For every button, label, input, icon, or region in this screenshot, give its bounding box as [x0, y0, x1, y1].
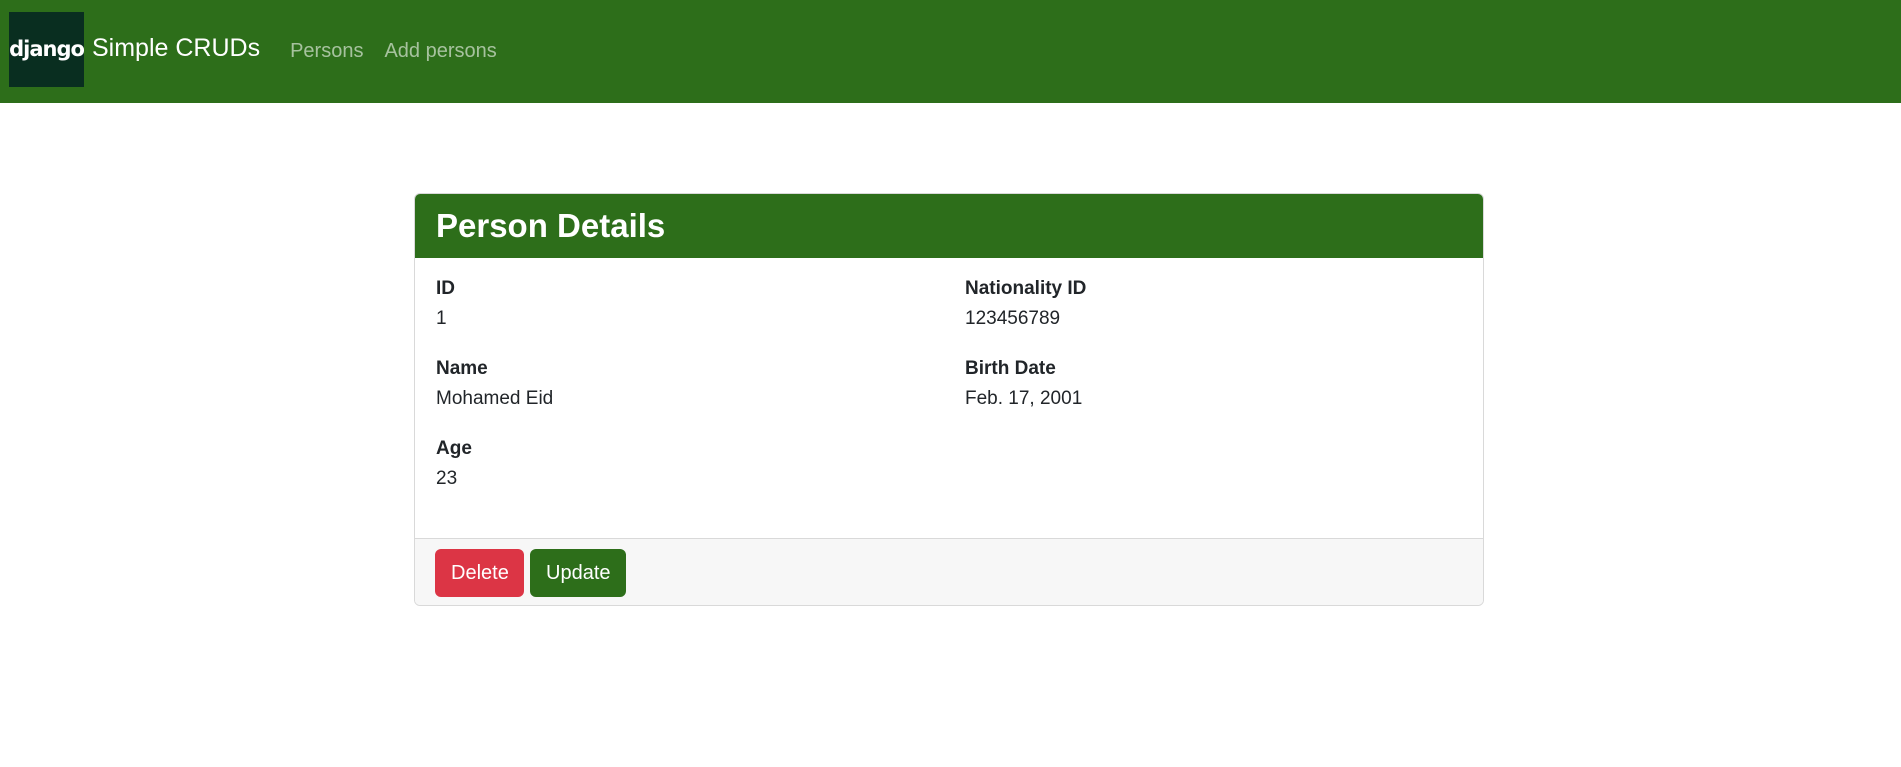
brand-link[interactable]: django Simple CRUDs — [9, 11, 261, 87]
field-birth-date: Birth Date Feb. 17, 2001 — [965, 357, 1082, 411]
card-body: ID 1 Nationality ID 123456789 Name Moham… — [415, 258, 1483, 538]
field-id-value: 1 — [436, 308, 447, 329]
field-nationality-id-label: Nationality ID — [965, 278, 1087, 299]
top-navbar: django Simple CRUDs Persons Add persons — [0, 0, 1901, 103]
django-logo: django — [9, 11, 85, 87]
field-age-label: Age — [436, 438, 472, 459]
delete-button[interactable]: Delete — [435, 549, 524, 597]
nav-link-add-persons[interactable]: Add persons — [384, 40, 496, 63]
nav-links: Persons Add persons — [290, 40, 518, 63]
update-button[interactable]: Update — [530, 549, 626, 597]
django-logo-text: django — [9, 37, 85, 61]
field-birth-date-value: Feb. 17, 2001 — [965, 388, 1083, 409]
field-birth-date-label: Birth Date — [965, 358, 1056, 379]
field-id: ID 1 — [436, 277, 455, 331]
brand-name: Simple CRUDs — [92, 34, 261, 62]
field-name: Name Mohamed Eid — [436, 357, 553, 411]
field-age: Age 23 — [436, 437, 472, 491]
field-nationality-id-value: 123456789 — [965, 308, 1061, 329]
field-name-value: Mohamed Eid — [436, 388, 554, 409]
card-footer: Delete Update — [415, 538, 1483, 605]
field-age-value: 23 — [436, 468, 458, 489]
card-header: Person Details — [415, 194, 1483, 258]
field-name-label: Name — [436, 358, 488, 379]
field-nationality-id: Nationality ID 123456789 — [965, 277, 1086, 331]
card-title: Person Details — [436, 207, 666, 244]
field-id-label: ID — [436, 278, 455, 299]
person-details-card: Person Details ID 1 Nationality ID 12345… — [414, 193, 1484, 606]
nav-link-persons[interactable]: Persons — [290, 40, 363, 63]
